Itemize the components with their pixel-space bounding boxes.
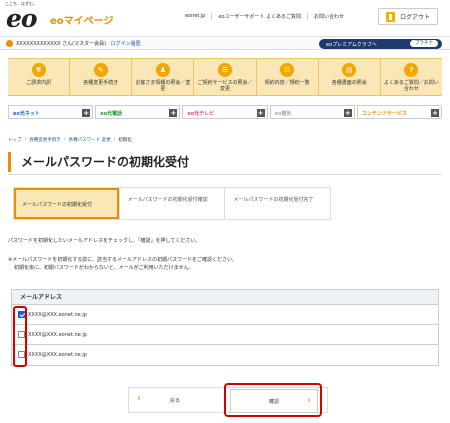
step-confirm: メールパスワードの初期化受付確認 (118, 188, 225, 219)
chevron-right-icon: › (307, 395, 311, 406)
service-name: eo電気 (274, 111, 292, 117)
service-contents[interactable]: コンテンツサービス + (356, 105, 443, 119)
list-icon: ☰ (217, 63, 232, 77)
plus-icon[interactable]: + (431, 109, 440, 117)
chevron-right-icon: › (63, 137, 66, 142)
menu-label: ご契約サービスの照会／変更 (197, 80, 253, 92)
back-button[interactable]: ‹ 戻る (129, 388, 221, 412)
table-header: メールアドレス (12, 290, 438, 305)
mypage-title[interactable]: eoマイページ (50, 12, 113, 27)
page-title: メールパスワードの初期化受付 (8, 152, 442, 172)
service-name: eo光ネット (13, 111, 40, 117)
table-row: XXXX@XXX.eonet.ne.jp (12, 345, 438, 365)
mail-address: XXXX@XXX.eonet.ne.jp (28, 332, 87, 338)
menu-documents[interactable]: ▤ 各種書面の照会 (319, 59, 381, 95)
top-links: eonet.jp eoユーザーサポート よくあるご質問 お問い合わせ (179, 13, 350, 20)
menu-label: 各種変更手続き (83, 80, 119, 86)
menu-faq[interactable]: ? よくあるご質問／お問い合わせ (381, 59, 442, 95)
notice-line: ※メールパスワードを初期化する前に、該当するメールアドレスの初期パスワードをご確… (8, 257, 238, 263)
progress-steps: メールパスワードの初期化受付 メールパスワードの初期化受付確認 メールパスワード… (13, 187, 331, 220)
user-bar: XXXXXXXXXXXXX さん(マスター会員) ログイン履歴 eoプレミアムク… (0, 36, 450, 50)
user-icon (6, 40, 13, 47)
plus-icon[interactable]: + (256, 109, 265, 117)
confirm-button[interactable]: 確認 › (230, 389, 318, 413)
logout-button[interactable]: ログアウト (378, 8, 438, 25)
user-info: XXXXXXXXXXXXX さん(マスター会員) ログイン履歴 (16, 40, 141, 47)
user-name: XXXXXXXXXXXXX さん(マスター会員) (16, 41, 107, 47)
question-icon: ? (404, 63, 419, 77)
notice-line: 初期化後に、初期パスワードがわからないと、メールがご利用いただけません。 (14, 265, 194, 271)
link-contact[interactable]: お問い合わせ (308, 13, 350, 20)
menu-label: 契約内容／規約一覧 (264, 80, 310, 86)
mail-address: XXXX@XXX.eonet.ne.jp (28, 352, 87, 358)
confirm-highlight: 確認 › (224, 383, 322, 417)
menu-label: 各種書面の照会 (331, 80, 367, 86)
mail-address-table: メールアドレス XXXX@XXX.eonet.ne.jp XXXX@XXX.eo… (11, 289, 439, 366)
person-icon: ♟ (155, 63, 170, 77)
premium-rank-badge: プラチナ (410, 40, 438, 47)
menu-billing[interactable]: ¥ ご請求内訳 (8, 59, 71, 95)
checkbox-highlight (13, 306, 27, 367)
breadcrumb-top[interactable]: トップ (8, 137, 22, 143)
notice-text: ※メールパスワードを初期化する前に、該当するメールアドレスの初期パスワードをご確… (8, 256, 237, 272)
service-tabs: eo光ネット + eo光電話 + eo光テレビ + eo電気 + コンテンツサー… (8, 105, 443, 119)
menu-label: お客さま情報の照会／変更 (135, 80, 191, 92)
door-icon (385, 11, 395, 22)
back-label: 戻る (169, 398, 180, 404)
service-eo-electric[interactable]: eo電気 + (269, 105, 355, 119)
menu-customer-info[interactable]: ♟ お客さま情報の照会／変更 (132, 59, 195, 95)
service-name: eo光テレビ (187, 111, 215, 117)
document-icon: ☷ (280, 63, 295, 77)
plus-icon[interactable]: + (169, 109, 178, 117)
menu-label: ご請求内訳 (26, 80, 52, 86)
breadcrumb-current: 初期化 (118, 138, 132, 143)
menu-contract-services[interactable]: ☰ ご契約サービスの照会／変更 (194, 59, 257, 95)
confirm-label: 確認 (268, 399, 279, 405)
title-divider (8, 174, 442, 175)
step-accept: メールパスワードの初期化受付 (14, 188, 119, 219)
premium-label: eoプレミアムクラブへ (326, 41, 377, 48)
link-eonet[interactable]: eonet.jp (179, 13, 213, 20)
plus-icon[interactable]: + (343, 109, 352, 117)
link-support[interactable]: eoユーザーサポート よくあるご質問 (212, 13, 308, 20)
service-eo-tv[interactable]: eo光テレビ + (182, 105, 268, 119)
step-complete: メールパスワードの初期化受付完了 (224, 188, 330, 219)
chevron-right-icon: › (113, 137, 116, 142)
pencil-icon: ✎ (93, 63, 108, 77)
mail-address: XXXX@XXX.eonet.ne.jp (28, 312, 87, 318)
breadcrumb: トップ › 各種変更手続き › 各種パスワード 変更 › 初期化 (8, 137, 132, 143)
plus-icon[interactable]: + (82, 109, 91, 117)
menu-contract-terms[interactable]: ☷ 契約内容／規約一覧 (257, 59, 319, 95)
breadcrumb-password-change[interactable]: 各種パスワード 変更 (69, 137, 111, 143)
yen-icon: ¥ (31, 63, 46, 77)
eo-logo[interactable]: eo (6, 6, 38, 31)
breadcrumb-procedures[interactable]: 各種変更手続き (29, 137, 61, 143)
main-menu: ¥ ご請求内訳 ✎ 各種変更手続き ♟ お客さま情報の照会／変更 ☰ ご契約サー… (8, 58, 442, 96)
table-row: XXXX@XXX.eonet.ne.jp (12, 305, 438, 325)
service-name: eo光電話 (100, 111, 123, 117)
menu-label: よくあるご質問／お問い合わせ (383, 80, 439, 92)
file-icon: ▤ (342, 63, 357, 77)
chevron-right-icon: › (24, 137, 27, 142)
menu-change-procedures[interactable]: ✎ 各種変更手続き (70, 59, 133, 95)
service-eo-phone[interactable]: eo光電話 + (95, 105, 181, 119)
login-history-link[interactable]: ログイン履歴 (111, 41, 141, 47)
instruction-text: パスワードを初期化したいメールアドレスをチェックし、「確認」を押してください。 (8, 238, 201, 244)
logout-label: ログアウト (399, 14, 430, 21)
table-row: XXXX@XXX.eonet.ne.jp (12, 325, 438, 345)
service-name: コンテンツサービス (361, 111, 407, 117)
site-header: ここち、はずむ。 eo eoマイページ eonet.jp eoユーザーサポート … (0, 0, 450, 34)
premium-club-button[interactable]: eoプレミアムクラブへ プラチナ (319, 39, 442, 49)
service-eo-net[interactable]: eo光ネット + (8, 105, 94, 119)
